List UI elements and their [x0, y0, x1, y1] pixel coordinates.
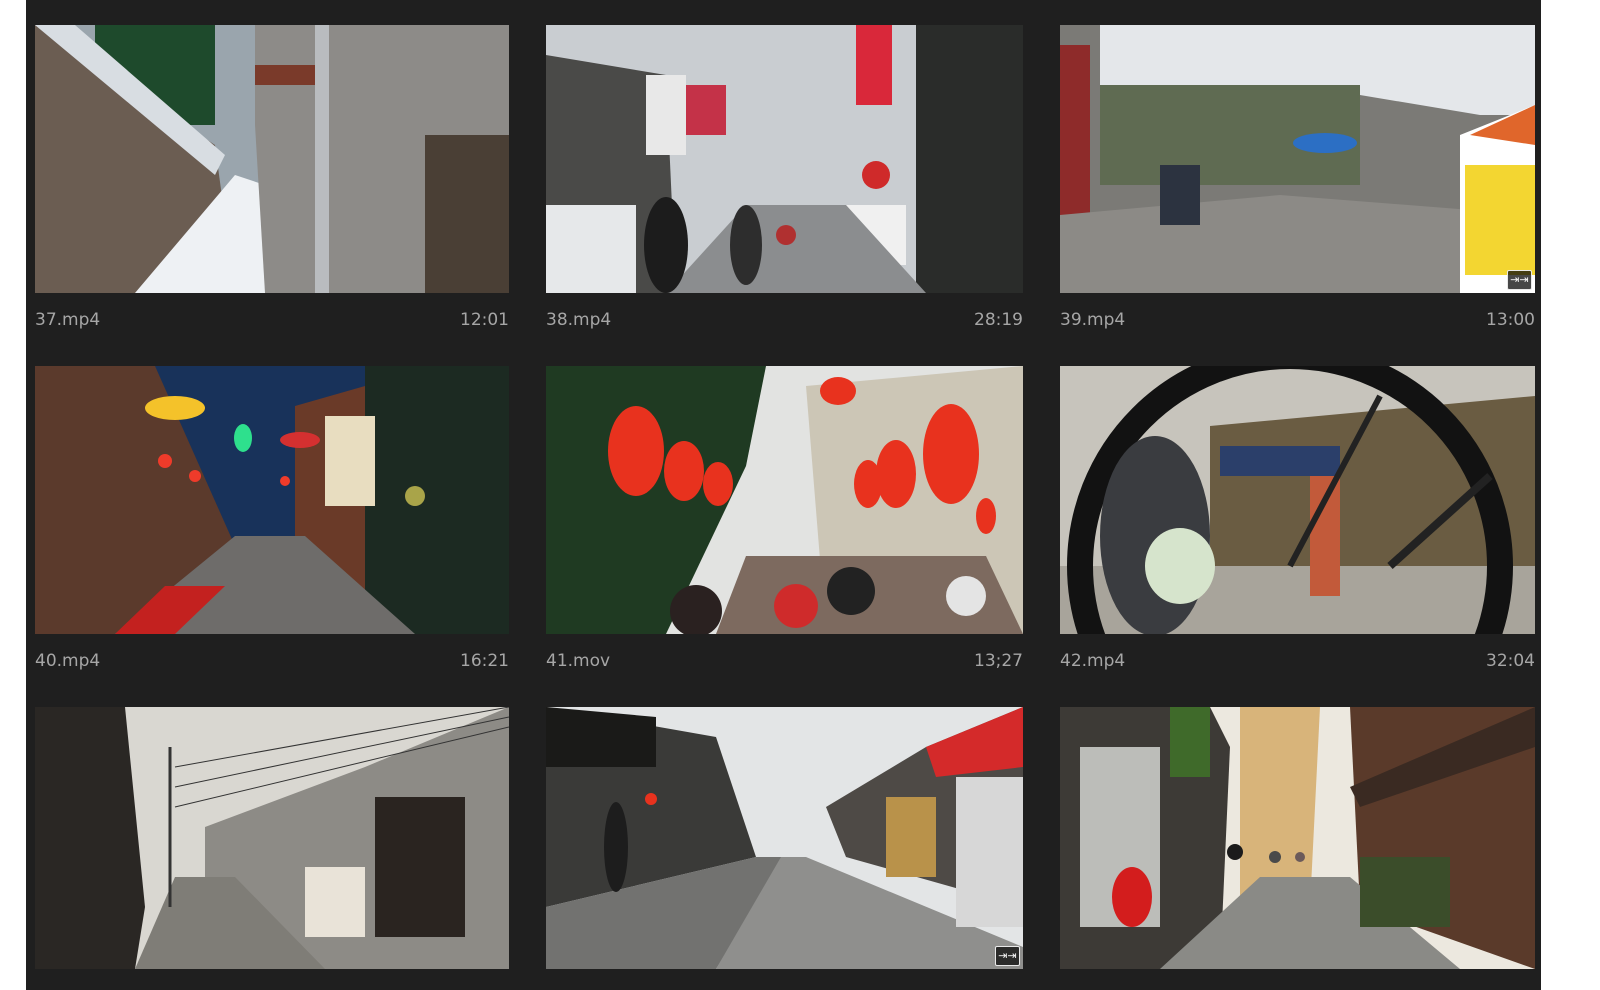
clip-duration: 12:01	[460, 310, 509, 330]
clip-tile[interactable]: 41.mov 13;27	[546, 366, 1023, 671]
clip-name: 40.mp4	[35, 651, 101, 671]
clip-tile[interactable]: 42.mp4 32:04	[1060, 366, 1535, 671]
clip-name: 39.mp4	[1060, 310, 1126, 330]
clip-tile[interactable]: 38.mp4 28:19	[546, 25, 1023, 330]
clip-thumbnail[interactable]	[35, 25, 509, 293]
clip-tile[interactable]: 40.mp4 16:21	[35, 366, 509, 671]
clip-info-row: 41.mov 13;27	[546, 649, 1023, 673]
clip-duration: 28:19	[974, 310, 1023, 330]
clip-duration: 16:21	[460, 651, 509, 671]
clip-grid: 37.mp4 12:01 38.mp4 28:19 ⇥⇥ 39.mp4 13:0…	[35, 25, 1535, 969]
clip-thumbnail[interactable]	[546, 366, 1023, 634]
thumbnail-image-red-lanterns	[546, 366, 1023, 634]
thumbnail-image-night-lanterns	[35, 366, 509, 634]
clip-tile[interactable]	[1060, 707, 1535, 969]
clip-thumbnail[interactable]	[546, 25, 1023, 293]
clip-thumbnail[interactable]: ⇥⇥	[1060, 25, 1535, 293]
clip-name: 42.mp4	[1060, 651, 1126, 671]
clip-tile[interactable]: ⇥⇥ 39.mp4 13:00	[1060, 25, 1535, 330]
thumbnail-image-european-street	[1060, 707, 1535, 969]
clip-info-row: 37.mp4 12:01	[35, 308, 509, 332]
effect-icon: ⇥⇥	[1507, 270, 1532, 290]
thumbnail-image-hutong-courtyard	[1060, 25, 1535, 293]
clip-name: 38.mp4	[546, 310, 612, 330]
thumbnail-image-market-street	[546, 25, 1023, 293]
clip-info-row: 38.mp4 28:19	[546, 308, 1023, 332]
clip-name: 37.mp4	[35, 310, 101, 330]
clip-duration: 13:00	[1486, 310, 1535, 330]
clip-thumbnail[interactable]	[35, 366, 509, 634]
thumbnail-image-snowy-alley	[35, 25, 509, 293]
clip-duration: 32:04	[1486, 651, 1535, 671]
clip-name: 41.mov	[546, 651, 611, 671]
thumbnail-image-bicycle-wheel	[1060, 366, 1535, 634]
media-bin-panel: 37.mp4 12:01 38.mp4 28:19 ⇥⇥ 39.mp4 13:0…	[26, 0, 1541, 990]
clip-thumbnail[interactable]: ⇥⇥	[546, 707, 1023, 969]
clip-thumbnail[interactable]	[1060, 366, 1535, 634]
effect-icon: ⇥⇥	[995, 946, 1020, 966]
clip-tile[interactable]	[35, 707, 509, 969]
clip-duration: 13;27	[974, 651, 1023, 671]
clip-thumbnail[interactable]	[35, 707, 509, 969]
thumbnail-image-pedestrian-street	[546, 707, 1023, 969]
clip-tile[interactable]: 37.mp4 12:01	[35, 25, 509, 330]
clip-info-row: 39.mp4 13:00	[1060, 308, 1535, 332]
clip-tile[interactable]: ⇥⇥	[546, 707, 1023, 969]
thumbnail-image-old-alley	[35, 707, 509, 969]
clip-info-row: 40.mp4 16:21	[35, 649, 509, 673]
clip-info-row: 42.mp4 32:04	[1060, 649, 1535, 673]
clip-thumbnail[interactable]	[1060, 707, 1535, 969]
